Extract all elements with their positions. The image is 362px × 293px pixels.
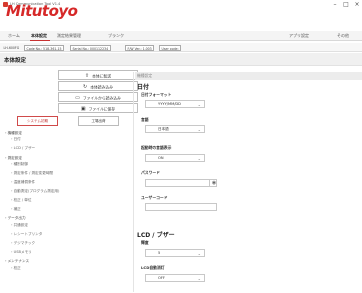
refresh-icon: ↻ [83, 83, 88, 90]
nav-calibration[interactable]: ・校正 [10, 266, 21, 271]
load-label: ファイルから読み込み [82, 95, 121, 101]
backlight-label: LCD自動消灯 [141, 265, 165, 270]
chevron-down-icon: ⌄ [197, 102, 201, 107]
nav-lcd-buzzer[interactable]: ・LCD / ブザー [10, 146, 35, 151]
password-input[interactable] [145, 179, 217, 187]
save-icon: ▣ [80, 105, 86, 112]
load-from-file-button[interactable]: ▭ ファイルから読み込み [58, 92, 138, 102]
nav-temp-comp[interactable]: ・温度補償条件 [10, 180, 35, 185]
chevron-down-icon: ⌄ [197, 251, 201, 256]
startup-language-value: ON [158, 156, 164, 160]
maximize-button[interactable]: □ [341, 0, 351, 10]
username-label: ユーザーコード [141, 195, 168, 200]
factory-default-button[interactable]: 工場出荷 [78, 116, 119, 126]
lcd-heading: LCD / ブザー [137, 232, 175, 239]
nav-date[interactable]: ・日付 [10, 137, 21, 142]
tab-home[interactable]: ホーム [8, 31, 20, 41]
nav-maintenance[interactable]: ・メンテナンス [4, 259, 29, 264]
transfer-to-device-button[interactable]: ⇪ 本体に転送 [58, 70, 138, 80]
language-value: 日本語 [158, 127, 169, 131]
folder-icon: ▭ [75, 94, 80, 101]
nav-usb[interactable]: ・USBメモリ [10, 250, 32, 255]
close-button[interactable]: × [352, 0, 362, 10]
date-heading: 日付 [137, 84, 150, 91]
page-title: 本体設定 [4, 58, 27, 64]
tab-app-settings[interactable]: アプリ設定 [289, 31, 309, 41]
username-input[interactable] [145, 203, 217, 211]
save-label: ファイルに保存 [88, 106, 116, 112]
serial-number: Serial No.: 000112234 [70, 44, 111, 51]
firmware-version: F/W Ver.: 1.003 [125, 44, 155, 51]
date-format-value: YYYY/MM/DD [158, 102, 181, 106]
read-label: 本体読み込み [90, 84, 113, 90]
nav-unit[interactable]: ・校正 / 単位 [10, 198, 31, 203]
backlight-value: OFF [158, 276, 165, 280]
date-format-label: 日付フォーマット [141, 92, 172, 97]
active-tab-indicator [30, 39, 50, 41]
code-number: Code No.: 518-361-15 [24, 44, 65, 51]
password-label: パスワード [141, 170, 160, 175]
nav-conditions[interactable]: ・測定条件 / 測定変更時間 [10, 171, 53, 176]
language-label: 言語 [141, 117, 149, 122]
panel-divider [133, 72, 134, 292]
eye-icon[interactable]: ◉ [209, 179, 218, 187]
brightness-label: 輝度 [141, 240, 149, 245]
system-reset-button[interactable]: システム初期 [17, 116, 58, 126]
read-from-device-button[interactable]: ↻ 本体読み込み [58, 81, 138, 91]
nav-receipt-printer[interactable]: ・レシートプリンタ [10, 232, 42, 237]
minimize-button[interactable]: – [330, 0, 340, 10]
chevron-down-icon: ⌄ [197, 156, 201, 161]
panel-header [135, 72, 362, 80]
tab-results[interactable]: 測定結果管理 [57, 31, 81, 41]
chevron-down-icon: ⌄ [197, 127, 201, 132]
page-title-band [0, 53, 362, 66]
user-code: User code: [159, 44, 182, 51]
brand-logo: Mitutoyo [6, 2, 78, 20]
startup-language-label: 起動時の言語表示 [141, 145, 172, 150]
nav-digimatic[interactable]: ・デジマチック [10, 241, 35, 246]
panel-header-label: 機種設定 [137, 73, 153, 78]
nav-common[interactable]: ・共通設定 [10, 223, 28, 228]
brightness-value: 5 [158, 251, 161, 255]
language-select[interactable]: 日本語 ⌄ [145, 125, 205, 133]
backlight-select[interactable]: OFF ⌄ [145, 274, 205, 282]
tab-blank[interactable]: ブランク [108, 31, 124, 41]
save-to-file-button[interactable]: ▣ ファイルに保存 [58, 103, 138, 113]
nav-data-output[interactable]: ・データ出力 [4, 216, 26, 221]
nav-device[interactable]: ・機種設定 [4, 131, 22, 136]
nav-auto-measure[interactable]: ・自動測定(プログラム測定用) [10, 189, 59, 194]
chevron-down-icon: ⌄ [197, 276, 201, 281]
date-format-select[interactable]: YYYY/MM/DD ⌄ [145, 100, 205, 108]
model-name: LH-600FG [3, 45, 20, 50]
transfer-label: 本体に転送 [92, 73, 112, 79]
nav-type-control[interactable]: ・種別制御 [10, 162, 28, 167]
brightness-select[interactable]: 5 ⌄ [145, 249, 205, 257]
upload-icon: ⇪ [84, 72, 90, 79]
startup-language-select[interactable]: ON ⌄ [145, 154, 205, 162]
nav-measurement[interactable]: ・測定設定 [4, 156, 22, 161]
nav-correction[interactable]: ・補正 [10, 207, 21, 212]
tab-other[interactable]: その他 [337, 31, 349, 41]
